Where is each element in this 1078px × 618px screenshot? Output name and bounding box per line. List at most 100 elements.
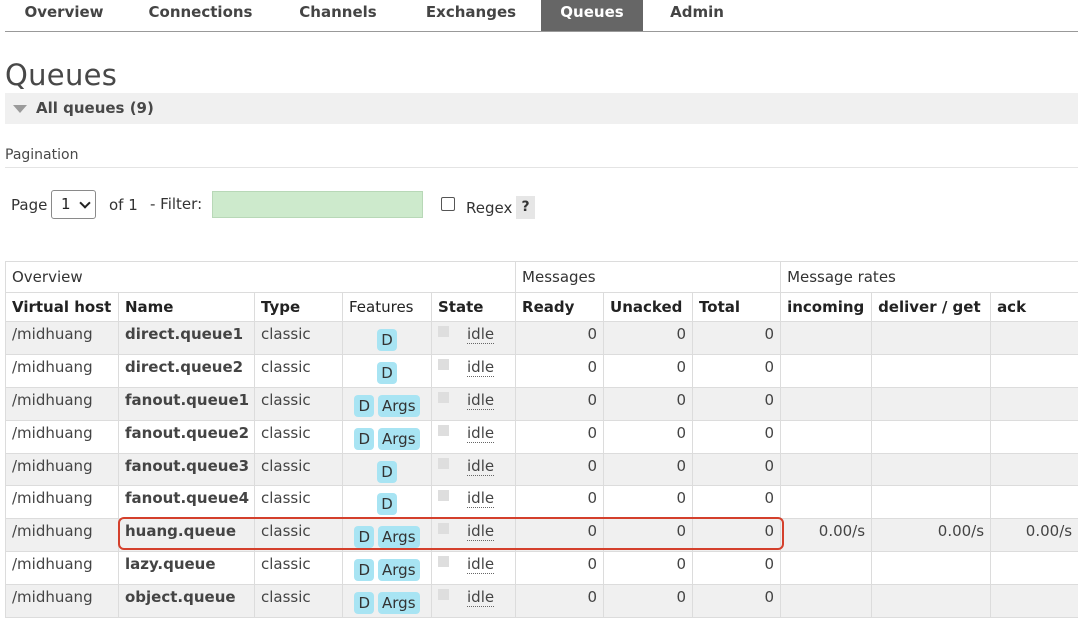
regex-help-button[interactable]: ? bbox=[516, 196, 535, 219]
regex-checkbox[interactable] bbox=[441, 197, 455, 211]
features-cell: D bbox=[342, 321, 432, 355]
incoming-rate-cell bbox=[780, 551, 873, 586]
table-row: /midhuang fanout.queue3 classic Didle 0 0 0 bbox=[5, 452, 1078, 487]
features-cell: D Args bbox=[342, 419, 432, 454]
col-header-virtual-host[interactable]: Virtual host bbox=[5, 292, 119, 322]
filter-label: - Filter: bbox=[150, 195, 203, 213]
durable-badge[interactable]: D bbox=[354, 427, 375, 450]
features-cell: D bbox=[342, 452, 432, 487]
durable-badge[interactable]: D bbox=[354, 394, 375, 417]
col-header-type[interactable]: Type bbox=[254, 292, 343, 322]
deliver-get-rate-cell bbox=[871, 485, 992, 520]
deliver-get-rate-cell bbox=[871, 551, 992, 586]
tab-channels[interactable]: Channels bbox=[285, 0, 391, 31]
vhost-cell: /midhuang bbox=[5, 353, 119, 388]
filter-input[interactable] bbox=[212, 191, 423, 218]
state-indicator-icon bbox=[438, 589, 449, 601]
tab-queues[interactable]: Queues bbox=[541, 0, 643, 31]
table-row: /midhuang fanout.queue2 classic D Args idle 0 0… bbox=[5, 419, 1078, 454]
ready-cell: 0 bbox=[515, 485, 605, 520]
state-label: idle bbox=[467, 456, 495, 476]
table-row: /midhuang direct.queue2 classic Didle 0 0 0 bbox=[5, 353, 1078, 388]
state-cell: idle bbox=[430, 321, 517, 355]
total-cell: 0 bbox=[692, 551, 782, 586]
durable-badge[interactable]: D bbox=[354, 526, 375, 549]
queue-name-link[interactable]: direct.queue2 bbox=[118, 353, 255, 388]
tab-overview[interactable]: Overview bbox=[5, 0, 123, 31]
incoming-rate-cell bbox=[780, 452, 873, 487]
args-badge[interactable]: Args bbox=[378, 427, 420, 450]
vhost-cell: /midhuang bbox=[5, 321, 119, 355]
args-badge[interactable]: Args bbox=[378, 526, 420, 549]
queue-name-link[interactable]: object.queue bbox=[118, 584, 255, 618]
durable-badge[interactable]: D bbox=[354, 592, 375, 615]
vhost-cell: /midhuang bbox=[5, 485, 119, 520]
args-badge[interactable]: Args bbox=[378, 394, 420, 417]
all-queues-label: All queues (9) bbox=[36, 99, 154, 117]
unacked-cell: 0 bbox=[603, 419, 694, 454]
deliver-get-rate-cell bbox=[871, 452, 992, 487]
args-badge[interactable]: Args bbox=[378, 592, 420, 615]
state-cell: idle bbox=[430, 584, 517, 618]
deliver-get-rate-cell bbox=[871, 386, 992, 421]
state-cell: idle bbox=[430, 518, 517, 553]
queue-name-link[interactable]: lazy.queue bbox=[118, 551, 255, 586]
col-header-incoming[interactable]: incoming bbox=[780, 292, 873, 322]
durable-badge[interactable]: D bbox=[377, 493, 397, 516]
vhost-cell: /midhuang bbox=[5, 419, 119, 454]
ready-cell: 0 bbox=[515, 419, 605, 454]
state-label: idle bbox=[467, 522, 495, 542]
type-cell: classic bbox=[254, 452, 343, 487]
table-row: /midhuang object.queue classic D Args idle 0 0 0 bbox=[5, 584, 1078, 618]
deliver-get-rate-cell: 0.00/s bbox=[871, 518, 992, 553]
queue-name-link[interactable]: fanout.queue4 bbox=[118, 485, 255, 520]
vhost-cell: /midhuang bbox=[5, 452, 119, 487]
queue-name-link[interactable]: direct.queue1 bbox=[118, 321, 255, 355]
col-header-total[interactable]: Total bbox=[692, 292, 782, 322]
state-cell: idle bbox=[430, 551, 517, 586]
total-cell: 0 bbox=[692, 518, 782, 553]
page-select[interactable]: 1 bbox=[51, 190, 96, 219]
col-header-name[interactable]: Name bbox=[118, 292, 255, 322]
state-cell: idle bbox=[430, 419, 517, 454]
durable-badge[interactable]: D bbox=[377, 460, 397, 483]
durable-badge[interactable]: D bbox=[354, 559, 375, 582]
state-label: idle bbox=[467, 325, 495, 344]
total-cell: 0 bbox=[692, 584, 782, 618]
state-label: idle bbox=[467, 390, 495, 410]
page-count-label: of 1 bbox=[109, 196, 138, 214]
incoming-rate-cell bbox=[780, 321, 873, 355]
col-header-unacked[interactable]: Unacked bbox=[603, 292, 694, 322]
vhost-cell: /midhuang bbox=[5, 518, 119, 553]
col-header-ack[interactable]: ack bbox=[990, 292, 1078, 322]
col-header-deliver-get[interactable]: deliver / get bbox=[871, 292, 992, 322]
tab-connections[interactable]: Connections bbox=[134, 0, 267, 31]
queue-name-link[interactable]: huang.queue bbox=[118, 518, 255, 553]
table-row: /midhuang huang.queue classic D Args idle 0 0 0 0… bbox=[5, 518, 1078, 553]
queue-name-link[interactable]: fanout.queue3 bbox=[118, 452, 255, 487]
durable-badge[interactable]: D bbox=[377, 329, 397, 351]
vhost-cell: /midhuang bbox=[5, 551, 119, 586]
deliver-get-rate-cell bbox=[871, 419, 992, 454]
features-cell: D bbox=[342, 485, 432, 520]
ack-rate-cell bbox=[990, 353, 1078, 388]
state-label: idle bbox=[467, 588, 495, 608]
col-header-state[interactable]: State bbox=[430, 292, 517, 322]
total-cell: 0 bbox=[692, 419, 782, 454]
tab-exchanges[interactable]: Exchanges bbox=[411, 0, 531, 31]
state-cell: idle bbox=[430, 452, 517, 487]
table-row: /midhuang direct.queue1 classic Didle 0 0 0 bbox=[5, 321, 1078, 355]
col-header-ready[interactable]: Ready bbox=[515, 292, 605, 322]
state-indicator-icon bbox=[438, 424, 449, 436]
args-badge[interactable]: Args bbox=[378, 559, 420, 582]
queue-name-link[interactable]: fanout.queue1 bbox=[118, 386, 255, 421]
all-queues-toggle[interactable]: All queues (9) bbox=[5, 93, 1078, 124]
durable-badge[interactable]: D bbox=[377, 361, 397, 384]
vhost-cell: /midhuang bbox=[5, 584, 119, 618]
chevron-down-icon bbox=[79, 197, 91, 209]
features-cell: D Args bbox=[342, 551, 432, 586]
tab-admin[interactable]: Admin bbox=[657, 0, 737, 31]
col-header-features: Features bbox=[342, 292, 432, 322]
type-cell: classic bbox=[254, 419, 343, 454]
queue-name-link[interactable]: fanout.queue2 bbox=[118, 419, 255, 454]
